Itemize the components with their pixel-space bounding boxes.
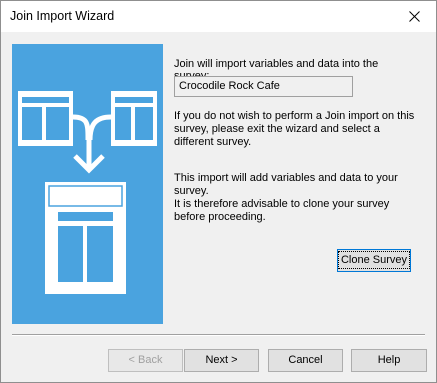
help-button[interactable]: Help	[351, 349, 427, 372]
join-merge-icon	[18, 91, 157, 294]
cancel-button[interactable]: Cancel	[268, 349, 343, 372]
join-import-wizard-window: Join Import Wizard Join will import vari…	[0, 0, 437, 383]
clone-advice-text: This import will add variables and data …	[174, 172, 398, 223]
next-button[interactable]: Next >	[184, 349, 259, 372]
back-button[interactable]: < Back	[108, 349, 183, 372]
window-title: Join Import Wizard	[10, 9, 115, 23]
clone-survey-button[interactable]: Clone Survey	[337, 249, 411, 272]
survey-name-field: Crocodile Rock Cafe	[174, 76, 353, 97]
exit-instructions-text: If you do not wish to perform a Join imp…	[174, 110, 415, 148]
target-table-icon	[45, 182, 126, 294]
join-illustration-panel	[12, 44, 163, 324]
close-icon	[409, 11, 420, 22]
separator-line	[12, 334, 425, 336]
source-table-right-icon	[111, 91, 157, 146]
source-table-left-icon	[18, 91, 73, 146]
title-bar[interactable]: Join Import Wizard	[1, 1, 436, 32]
clone-survey-label: Clone Survey	[337, 251, 411, 269]
close-button[interactable]	[392, 1, 436, 32]
